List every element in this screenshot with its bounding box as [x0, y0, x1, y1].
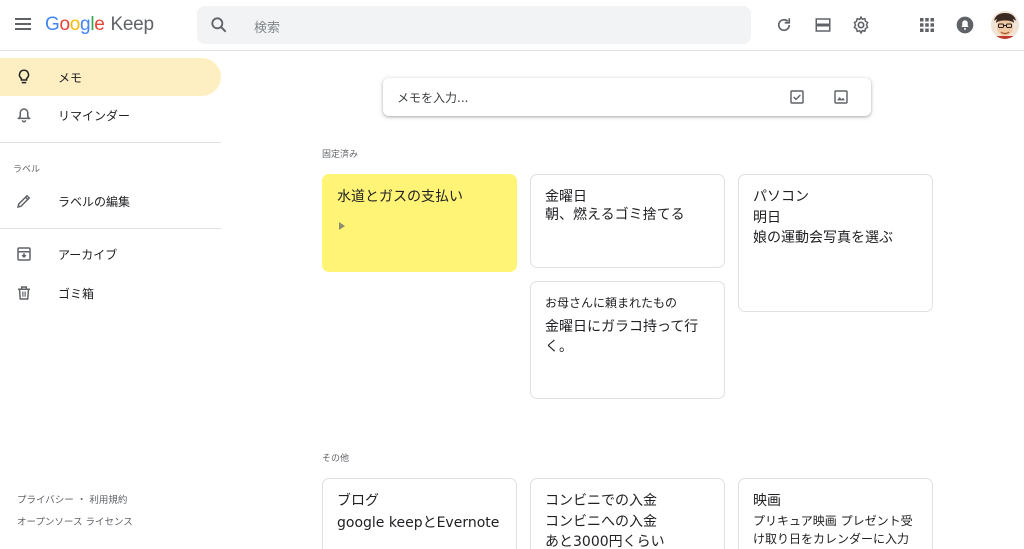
logo-letter: G	[45, 14, 60, 35]
menu-icon-bar	[15, 28, 31, 30]
new-checklist-icon[interactable]	[788, 88, 806, 106]
note-body: 明日 娘の運動会写真を選ぶ	[753, 210, 893, 246]
pinned-section-heading: 固定済み	[322, 150, 359, 160]
apps-grid-icon[interactable]	[915, 13, 939, 37]
take-note-bar[interactable]: メモを入力...	[383, 78, 871, 116]
note-body: コンビニへの入金 あと3000円くらい	[545, 514, 665, 549]
sidebar-item-notes[interactable]: メモ	[0, 58, 221, 96]
open-source-license-link[interactable]: オープンソース ライセンス	[17, 514, 133, 528]
new-image-note-icon[interactable]	[832, 88, 850, 106]
note-body: プリキュア映画 プレゼント受け取り日をカレンダーに入力	[753, 514, 913, 546]
note-title: 金曜日	[545, 189, 587, 205]
privacy-terms-link[interactable]: プライバシー ・ 利用規約	[17, 492, 127, 506]
sidebar-item-label: リマインダー	[58, 108, 131, 123]
list-view-icon[interactable]	[811, 13, 835, 37]
sidebar-item-label: アーカイブ	[58, 247, 118, 262]
sidebar-item-label: メモ	[58, 70, 83, 85]
lightbulb-icon	[14, 67, 34, 87]
logo-letter: o	[59, 14, 70, 35]
note-card[interactable]: 映画 プリキュア映画 プレゼント受け取り日をカレンダーに入力	[738, 478, 933, 549]
note-title: 映画	[753, 493, 781, 509]
main-menu-button[interactable]	[12, 13, 34, 35]
take-note-input[interactable]: メモを入力...	[397, 89, 468, 106]
sidebar-item-archive[interactable]: アーカイブ	[0, 235, 221, 273]
refresh-icon[interactable]	[772, 13, 796, 37]
sidebar-divider	[0, 228, 221, 229]
sidebar-item-edit-labels[interactable]: ラベルの編集	[0, 182, 221, 220]
logo-product-name: Keep	[110, 14, 154, 35]
note-card[interactable]: 金曜日 朝、燃えるゴミ捨てる	[530, 174, 725, 268]
note-card[interactable]: コンビニでの入金 コンビニへの入金 あと3000円くらい	[530, 478, 725, 549]
settings-gear-icon[interactable]	[849, 13, 873, 37]
menu-icon-bar	[15, 18, 31, 20]
app-header: Google Keep 検索	[0, 0, 1024, 51]
menu-icon-bar	[15, 23, 31, 25]
notifications-bell-icon[interactable]	[953, 13, 977, 37]
note-body: 朝、燃えるゴミ捨てる	[545, 207, 685, 223]
sidebar-item-trash[interactable]: ゴミ箱	[0, 274, 221, 312]
trash-icon	[14, 283, 34, 303]
user-avatar[interactable]	[991, 11, 1019, 39]
search-input[interactable]: 検索	[254, 17, 280, 36]
note-title: ブログ	[337, 493, 379, 509]
search-icon[interactable]	[209, 15, 229, 39]
note-title: 水道とガスの支払い	[337, 189, 463, 205]
note-card[interactable]: 水道とガスの支払い	[322, 174, 517, 272]
labels-section-heading: ラベル	[13, 165, 41, 175]
note-card[interactable]: お母さんに頼まれたもの 金曜日にガラコ持って行く。	[530, 281, 725, 399]
sidebar-item-label: ラベルの編集	[58, 194, 131, 209]
pencil-icon	[14, 191, 34, 211]
note-title: パソコン	[753, 189, 809, 205]
archive-icon	[14, 244, 34, 264]
note-body: 金曜日にガラコ持って行く。	[545, 319, 699, 355]
note-card[interactable]: パソコン 明日 娘の運動会写真を選ぶ	[738, 174, 933, 312]
note-body: google keepとEvernote	[337, 515, 500, 531]
bell-icon	[14, 105, 34, 125]
logo-letter: g	[80, 14, 91, 35]
note-card[interactable]: ブログ google keepとEvernote	[322, 478, 517, 549]
search-bar[interactable]: 検索	[197, 6, 751, 44]
sidebar-item-reminders[interactable]: リマインダー	[0, 96, 221, 134]
logo-letter: o	[69, 14, 81, 35]
app-logo[interactable]: Google Keep	[45, 14, 154, 36]
logo-letter: e	[94, 14, 105, 35]
note-title: コンビニでの入金	[545, 493, 657, 509]
play-arrow-icon	[339, 222, 345, 230]
others-section-heading: その他	[322, 454, 350, 464]
note-title: お母さんに頼まれたもの	[545, 296, 678, 310]
sidebar-divider	[0, 142, 221, 143]
sidebar-item-label: ゴミ箱	[58, 286, 95, 301]
